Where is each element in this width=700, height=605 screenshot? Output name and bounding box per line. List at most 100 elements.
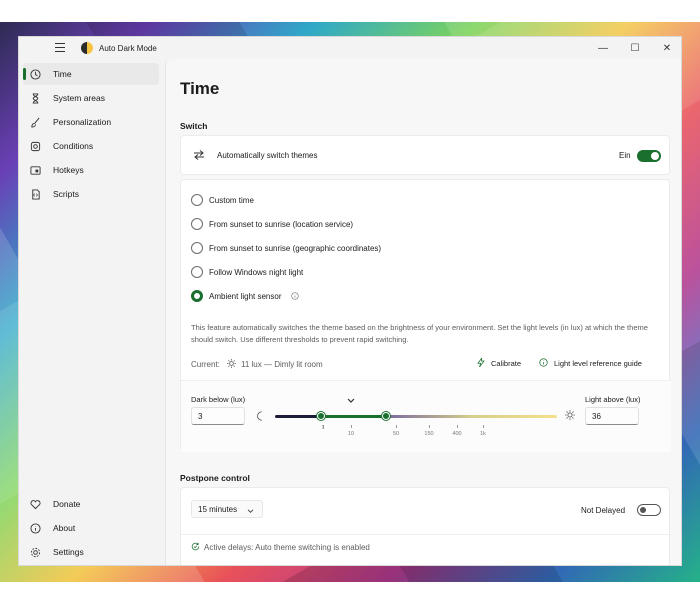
main-content: Time Switch Automatically switch themes … bbox=[165, 59, 681, 565]
script-icon bbox=[29, 188, 41, 200]
divider bbox=[181, 534, 671, 535]
tick-label: 10 bbox=[347, 431, 355, 437]
dark-threshold-thumb[interactable] bbox=[317, 412, 325, 420]
option-label: Custom time bbox=[209, 196, 254, 205]
dark-track bbox=[275, 415, 323, 418]
sun-icon bbox=[565, 410, 575, 422]
tick-label: 1 bbox=[321, 425, 325, 431]
swap-arrows-icon bbox=[193, 149, 205, 163]
info-icon bbox=[29, 522, 41, 534]
sidebar-item-label: Time bbox=[53, 69, 72, 79]
tick bbox=[457, 425, 458, 428]
sidebar-item-label: System areas bbox=[53, 93, 105, 103]
tick bbox=[351, 425, 352, 428]
moon-icon bbox=[255, 411, 265, 423]
postpone-card: 15 minutes Not Delayed Active delays: Au… bbox=[180, 487, 671, 565]
tick bbox=[429, 425, 430, 428]
sidebar-item-scripts[interactable]: Scripts bbox=[23, 183, 159, 205]
light-reference-guide-button[interactable]: Light level reference guide bbox=[539, 358, 642, 369]
title-bar: Auto Dark Mode — ☐ ✕ bbox=[19, 37, 681, 59]
sidebar-item-donate[interactable]: Donate bbox=[23, 493, 159, 515]
app-window: Auto Dark Mode — ☐ ✕ Time System areas P… bbox=[18, 36, 682, 566]
tick-label: 400 bbox=[452, 431, 462, 437]
threshold-panel: Dark below (lux) 3 1 10 50 150 400 1k Li… bbox=[181, 380, 671, 452]
keyboard-icon bbox=[29, 164, 41, 176]
sidebar-item-conditions[interactable]: Conditions bbox=[23, 135, 159, 157]
sidebar-item-settings[interactable]: Settings bbox=[23, 541, 159, 563]
minimize-button[interactable]: — bbox=[587, 37, 619, 59]
active-delays-status: Active delays: Auto theme switching is e… bbox=[204, 543, 370, 552]
heart-icon bbox=[29, 498, 41, 510]
sidebar-item-time[interactable]: Time bbox=[23, 63, 159, 85]
option-label: From sunset to sunrise (location service… bbox=[209, 220, 354, 229]
flash-icon bbox=[477, 357, 485, 369]
auto-switch-card: Automatically switch themes Ein bbox=[180, 135, 670, 175]
refresh-check-icon bbox=[191, 542, 200, 553]
chevron-down-icon bbox=[247, 507, 254, 516]
postpone-section-title: Postpone control bbox=[180, 473, 250, 483]
dark-below-label: Dark below (lux) bbox=[191, 395, 246, 404]
current-level-marker-icon bbox=[347, 397, 355, 406]
not-delayed-label: Not Delayed bbox=[581, 506, 626, 515]
auto-switch-state: Ein bbox=[619, 151, 631, 160]
option-label: From sunset to sunrise (geographic coord… bbox=[209, 244, 382, 253]
sidebar-item-label: Settings bbox=[53, 547, 84, 557]
sidebar-item-label: Conditions bbox=[53, 141, 94, 151]
info-icon bbox=[539, 358, 548, 369]
window-title: Auto Dark Mode bbox=[99, 43, 157, 53]
brush-icon bbox=[29, 116, 41, 128]
tick bbox=[396, 425, 397, 428]
sidebar-item-about[interactable]: About bbox=[23, 517, 159, 539]
sidebar-item-personalization[interactable]: Personalization bbox=[23, 111, 159, 133]
app-logo-icon bbox=[81, 42, 93, 54]
option-label: Follow Windows night light bbox=[209, 268, 304, 277]
radio-sunset-coordinates[interactable] bbox=[191, 242, 203, 254]
window-controls: — ☐ ✕ bbox=[587, 37, 681, 59]
sidebar-item-label: About bbox=[53, 523, 76, 533]
tick bbox=[483, 425, 484, 428]
radio-sunset-location[interactable] bbox=[191, 218, 203, 230]
auto-switch-label: Automatically switch themes bbox=[217, 151, 318, 160]
current-label: Current: bbox=[191, 360, 220, 369]
maximize-button[interactable]: ☐ bbox=[619, 37, 651, 59]
ambient-description: This feature automatically switches the … bbox=[191, 323, 648, 344]
calibrate-button[interactable]: Calibrate bbox=[477, 357, 522, 369]
gear-icon bbox=[29, 546, 41, 558]
switch-mode-card: Custom time From sunset to sunrise (loca… bbox=[180, 179, 671, 452]
sidebar-item-label: Personalization bbox=[53, 117, 112, 127]
light-threshold-thumb[interactable] bbox=[382, 412, 390, 420]
radio-ambient-light[interactable] bbox=[191, 290, 203, 302]
hysteresis-track bbox=[323, 415, 387, 418]
sidebar-item-label: Donate bbox=[53, 499, 81, 509]
info-icon[interactable] bbox=[291, 292, 299, 302]
clock-icon bbox=[29, 68, 41, 80]
switch-section-title: Switch bbox=[180, 121, 208, 131]
sun-icon bbox=[227, 359, 236, 370]
close-button[interactable]: ✕ bbox=[651, 37, 681, 59]
hamburger-menu-icon[interactable] bbox=[55, 43, 65, 52]
sidebar-item-system-areas[interactable]: System areas bbox=[23, 87, 159, 109]
page-title: Time bbox=[180, 79, 220, 98]
conditions-icon bbox=[29, 140, 41, 152]
light-above-label: Light above (lux) bbox=[585, 395, 641, 404]
sidebar-item-label: Scripts bbox=[53, 189, 79, 199]
current-lux-value: 11 lux — Dimly lit room bbox=[241, 360, 323, 369]
light-above-input[interactable]: 36 bbox=[585, 407, 639, 425]
radio-custom-time[interactable] bbox=[191, 194, 203, 206]
dark-below-input[interactable]: 3 bbox=[191, 407, 245, 425]
sidebar-item-label: Hotkeys bbox=[53, 165, 84, 175]
tick-label: 1k bbox=[480, 431, 486, 437]
tick-label: 150 bbox=[424, 431, 434, 437]
hourglass-icon bbox=[29, 92, 41, 104]
radio-night-light[interactable] bbox=[191, 266, 203, 278]
light-track bbox=[387, 415, 557, 418]
sidebar-item-hotkeys[interactable]: Hotkeys bbox=[23, 159, 159, 181]
reference-guide-label: Light level reference guide bbox=[554, 359, 642, 368]
auto-switch-toggle[interactable] bbox=[637, 150, 661, 162]
calibrate-label: Calibrate bbox=[491, 359, 522, 368]
postpone-duration-dropdown[interactable]: 15 minutes bbox=[191, 500, 263, 518]
option-label: Ambient light sensor bbox=[209, 292, 282, 301]
sidebar: Time System areas Personalization Condit… bbox=[19, 59, 164, 565]
tick-label: 50 bbox=[392, 431, 400, 437]
postpone-toggle[interactable] bbox=[637, 504, 661, 516]
